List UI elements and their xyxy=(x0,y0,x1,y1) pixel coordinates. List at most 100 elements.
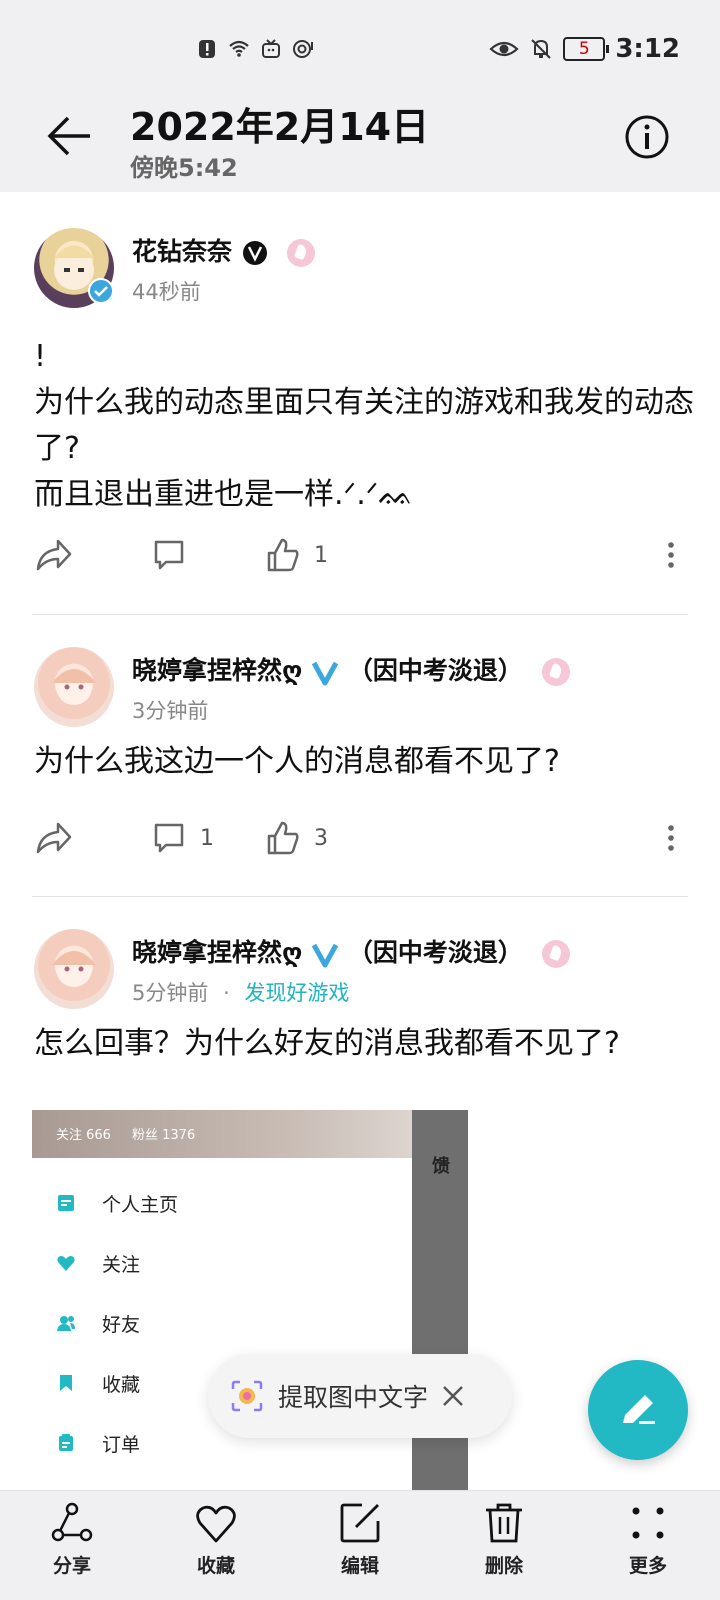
post-2[interactable]: 晓婷拿捏梓然ღ （因中考淡退） 3分钟前 为什么我这边一个人的消息都看不见了? … xyxy=(0,615,720,895)
heart-outline-icon xyxy=(196,1505,236,1543)
mute-bell-icon xyxy=(531,39,552,59)
avatar-illustration xyxy=(52,951,96,987)
extract-text-toast[interactable]: 提取图中文字 xyxy=(208,1354,512,1438)
favorite-button[interactable]: 收藏 xyxy=(166,1501,266,1578)
order-icon xyxy=(59,1434,73,1451)
username[interactable]: 晓婷拿捏梓然ღ （因中考淡退） xyxy=(132,933,570,969)
pony-badge-icon xyxy=(287,239,316,267)
share-arrow-icon xyxy=(36,539,72,571)
info-icon[interactable] xyxy=(624,114,670,160)
delete-label: 删除 xyxy=(484,1555,523,1577)
more-button[interactable]: 更多 xyxy=(598,1501,698,1578)
avatar[interactable] xyxy=(34,929,114,1009)
menu-label: 订单 xyxy=(102,1433,141,1456)
meta-separator: · xyxy=(223,981,230,1005)
back-arrow-icon[interactable] xyxy=(44,110,96,162)
verified-badge-icon xyxy=(88,278,114,304)
menu-label: 收藏 xyxy=(102,1373,141,1396)
username[interactable]: 花钻奈奈 xyxy=(132,232,316,268)
tv-icon xyxy=(262,39,280,58)
pony-badge-icon xyxy=(541,940,570,968)
comment-action[interactable]: 1 xyxy=(152,815,214,861)
post-text: ! 为什么我的动态里面只有关注的游戏和我发的动态了? 而且退出重进也是一样.ᐟ.… xyxy=(34,339,694,512)
nfc-icon xyxy=(293,40,313,58)
top-bar: 5 3:12 2022年2月14日 傍晚5:42 xyxy=(0,0,720,192)
username-text: 晓婷拿捏梓然ღ xyxy=(132,656,303,685)
fans-stat: 粉丝 1376 xyxy=(132,1128,196,1143)
status-bar: 5 3:12 xyxy=(0,34,720,70)
menu-label: 关注 xyxy=(102,1253,141,1276)
share-button[interactable]: 分享 xyxy=(22,1501,122,1578)
more-grid-icon xyxy=(632,1507,664,1539)
edit-label: 编辑 xyxy=(340,1555,379,1577)
delete-button[interactable]: 删除 xyxy=(454,1501,554,1578)
menu-item-follow: 关注 xyxy=(56,1248,140,1278)
toast-label: 提取图中文字 xyxy=(278,1383,429,1412)
embed-header: 关注 666 粉丝 1376 xyxy=(32,1110,468,1158)
username-suffix: （因中考淡退） xyxy=(347,938,523,967)
page-subtitle: 傍晚5:42 xyxy=(130,154,238,182)
pony-badge-icon xyxy=(541,658,570,686)
username-suffix: （因中考淡退） xyxy=(347,656,523,685)
like-action[interactable]: 3 xyxy=(266,815,328,861)
avatar[interactable] xyxy=(34,647,114,727)
menu-item-favorites: 收藏 xyxy=(56,1368,140,1398)
like-action[interactable]: 1 xyxy=(266,532,328,578)
post-text: 为什么我这边一个人的消息都看不见了? xyxy=(34,744,560,779)
wifi-icon xyxy=(229,40,249,57)
like-count: 3 xyxy=(314,825,328,851)
post-text: 怎么回事？为什么好友的消息我都看不见了? xyxy=(34,1026,620,1061)
more-dots-icon[interactable] xyxy=(668,825,674,851)
more-dots-icon[interactable] xyxy=(668,542,674,568)
post-1[interactable]: 花钻奈奈 44秒前 ! 为什么我的动态里面只有关注的游戏和我发的动态了? 而且退… xyxy=(0,192,720,612)
trash-icon xyxy=(486,1503,522,1543)
post-time: 44秒前 xyxy=(132,280,201,304)
friends-icon xyxy=(57,1316,75,1331)
profile-icon xyxy=(58,1195,74,1211)
follow-stat: 关注 666 xyxy=(56,1128,111,1143)
favorite-label: 收藏 xyxy=(196,1555,235,1577)
username-text: 花钻奈奈 xyxy=(132,237,233,266)
v-badge-icon xyxy=(311,943,339,968)
clock: 3:12 xyxy=(615,34,680,64)
menu-label: 个人主页 xyxy=(102,1193,179,1216)
thumbs-up-icon xyxy=(267,821,299,855)
v-badge-icon xyxy=(311,661,339,686)
thumbs-up-icon xyxy=(267,538,299,572)
eye-icon xyxy=(489,41,519,57)
username[interactable]: 晓婷拿捏梓然ღ （因中考淡退） xyxy=(132,651,570,687)
share-action[interactable] xyxy=(34,532,74,578)
menu-item-orders: 订单 xyxy=(56,1428,140,1458)
post-actions: 1 xyxy=(34,532,694,578)
more-label: 更多 xyxy=(628,1555,667,1577)
bookmark-icon xyxy=(60,1375,72,1391)
compose-button[interactable] xyxy=(588,1360,688,1460)
avatar-illustration xyxy=(52,669,96,705)
heart-icon xyxy=(57,1256,75,1271)
post-actions: 1 3 xyxy=(34,815,694,861)
close-icon[interactable] xyxy=(440,1383,466,1409)
comment-action[interactable] xyxy=(152,532,200,578)
v-badge-icon xyxy=(242,241,267,265)
share-label: 分享 xyxy=(52,1555,91,1577)
share-icon xyxy=(51,1502,93,1542)
alert-icon xyxy=(199,40,215,58)
bottom-toolbar: 分享 收藏 编辑 删除 更多 xyxy=(0,1490,720,1600)
menu-item-profile: 个人主页 xyxy=(56,1188,178,1218)
comment-icon xyxy=(154,823,184,853)
post-time: 5分钟前 xyxy=(132,981,209,1005)
share-action[interactable] xyxy=(34,815,74,861)
battery-indicator: 5 xyxy=(563,37,610,61)
pen-icon xyxy=(623,1395,655,1424)
menu-item-friends: 好友 xyxy=(56,1308,140,1338)
camera-lens-icon xyxy=(231,1380,263,1412)
share-arrow-icon xyxy=(36,822,72,854)
username-text: 晓婷拿捏梓然ღ xyxy=(132,938,303,967)
menu-label: 好友 xyxy=(102,1313,141,1336)
post-time: 3分钟前 xyxy=(132,699,209,723)
post-meta: 5分钟前 · 发现好游戏 xyxy=(132,977,349,1007)
comment-icon xyxy=(154,540,184,570)
embed-side-text: 馈 xyxy=(432,1156,450,1177)
source-link[interactable]: 发现好游戏 xyxy=(244,981,349,1005)
edit-button[interactable]: 编辑 xyxy=(310,1501,410,1578)
